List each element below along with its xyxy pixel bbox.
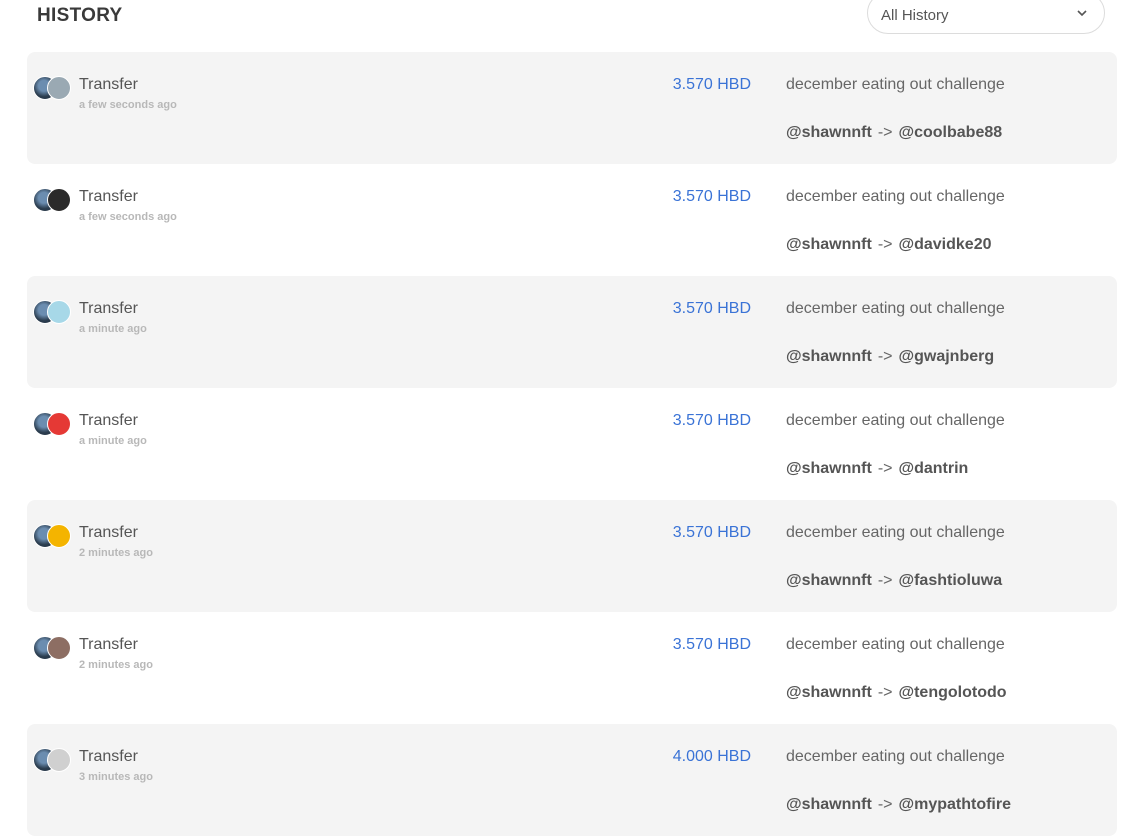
transfer-arrow: ->: [877, 460, 893, 477]
transfer-memo: december eating out challenge: [786, 300, 1005, 317]
transfer-arrow: ->: [877, 348, 893, 365]
recipient-avatar[interactable]: [47, 636, 71, 660]
operation-time: 3 minutes ago: [79, 771, 153, 783]
recipient-avatar[interactable]: [47, 524, 71, 548]
page-title: HISTORY: [37, 5, 123, 26]
avatar-pair: [33, 412, 73, 436]
transfer-arrow: ->: [877, 236, 893, 253]
history-row[interactable]: Transfer a minute ago 3.570 HBD december…: [27, 388, 1117, 500]
recipient-account-link[interactable]: @mypathtofire: [899, 796, 1012, 813]
operation-type: Transfer: [79, 76, 138, 93]
recipient-account-link[interactable]: @coolbabe88: [899, 124, 1003, 141]
avatar-pair: [33, 76, 73, 100]
transfer-memo: december eating out challenge: [786, 188, 1005, 205]
history-list: Transfer a few seconds ago 3.570 HBD dec…: [27, 52, 1117, 836]
operation-type: Transfer: [79, 636, 138, 653]
transfer-amount: 3.570 HBD: [672, 412, 751, 429]
avatar-pair: [33, 636, 73, 660]
transfer-amount: 4.000 HBD: [672, 748, 751, 765]
history-row[interactable]: Transfer a few seconds ago 3.570 HBD dec…: [27, 164, 1117, 276]
history-row[interactable]: Transfer a few seconds ago 3.570 HBD dec…: [27, 52, 1117, 164]
operation-type: Transfer: [79, 300, 138, 317]
sender-account-link[interactable]: @shawnnft: [786, 684, 872, 701]
recipient-account-link[interactable]: @gwajnberg: [899, 348, 995, 365]
history-row[interactable]: Transfer a minute ago 3.570 HBD december…: [27, 276, 1117, 388]
sender-account-link[interactable]: @shawnnft: [786, 572, 872, 589]
transfer-memo: december eating out challenge: [786, 748, 1005, 765]
avatar-pair: [33, 748, 73, 772]
recipient-avatar[interactable]: [47, 412, 71, 436]
transfer-amount: 3.570 HBD: [672, 636, 751, 653]
sender-account-link[interactable]: @shawnnft: [786, 124, 872, 141]
operation-type: Transfer: [79, 188, 138, 205]
recipient-avatar[interactable]: [47, 748, 71, 772]
operation-time: a few seconds ago: [79, 99, 177, 111]
sender-account-link[interactable]: @shawnnft: [786, 796, 872, 813]
operation-time: 2 minutes ago: [79, 659, 153, 671]
operation-type: Transfer: [79, 412, 138, 429]
operation-type: Transfer: [79, 748, 138, 765]
transfer-parties: @shawnnft -> @tengolotodo: [786, 684, 1007, 702]
recipient-avatar[interactable]: [47, 188, 71, 212]
transfer-arrow: ->: [877, 572, 893, 589]
transfer-arrow: ->: [877, 684, 893, 701]
history-header: HISTORY All History: [0, 0, 1148, 46]
transfer-amount: 3.570 HBD: [672, 300, 751, 317]
operation-time: a few seconds ago: [79, 211, 177, 223]
history-row[interactable]: Transfer 2 minutes ago 3.570 HBD decembe…: [27, 500, 1117, 612]
transfer-amount: 3.570 HBD: [672, 188, 751, 205]
transfer-memo: december eating out challenge: [786, 636, 1005, 653]
transfer-parties: @shawnnft -> @fashtioluwa: [786, 572, 1002, 590]
recipient-avatar[interactable]: [47, 76, 71, 100]
transfer-arrow: ->: [877, 796, 893, 813]
transfer-memo: december eating out challenge: [786, 412, 1005, 429]
transfer-parties: @shawnnft -> @coolbabe88: [786, 124, 1002, 142]
transfer-memo: december eating out challenge: [786, 524, 1005, 541]
transfer-parties: @shawnnft -> @gwajnberg: [786, 348, 994, 366]
history-row[interactable]: Transfer 3 minutes ago 4.000 HBD decembe…: [27, 724, 1117, 836]
recipient-account-link[interactable]: @tengolotodo: [899, 684, 1007, 701]
recipient-account-link[interactable]: @fashtioluwa: [899, 572, 1003, 589]
recipient-avatar[interactable]: [47, 300, 71, 324]
operation-time: a minute ago: [79, 435, 147, 447]
transfer-arrow: ->: [877, 124, 893, 141]
operation-time: a minute ago: [79, 323, 147, 335]
transfer-parties: @shawnnft -> @davidke20: [786, 236, 991, 254]
operation-type: Transfer: [79, 524, 138, 541]
transfer-amount: 3.570 HBD: [672, 524, 751, 541]
chevron-down-icon: [1077, 10, 1087, 17]
avatar-pair: [33, 300, 73, 324]
transfer-memo: december eating out challenge: [786, 76, 1005, 93]
sender-account-link[interactable]: @shawnnft: [786, 348, 872, 365]
avatar-pair: [33, 524, 73, 548]
transfer-parties: @shawnnft -> @mypathtofire: [786, 796, 1011, 814]
avatar-pair: [33, 188, 73, 212]
sender-account-link[interactable]: @shawnnft: [786, 236, 872, 253]
operation-time: 2 minutes ago: [79, 547, 153, 559]
transfer-amount: 3.570 HBD: [672, 76, 751, 93]
history-row[interactable]: Transfer 2 minutes ago 3.570 HBD decembe…: [27, 612, 1117, 724]
recipient-account-link[interactable]: @dantrin: [899, 460, 969, 477]
recipient-account-link[interactable]: @davidke20: [899, 236, 992, 253]
filter-selected-value: All History: [881, 7, 949, 24]
sender-account-link[interactable]: @shawnnft: [786, 460, 872, 477]
transfer-parties: @shawnnft -> @dantrin: [786, 460, 968, 478]
history-filter-select[interactable]: All History: [867, 0, 1105, 34]
